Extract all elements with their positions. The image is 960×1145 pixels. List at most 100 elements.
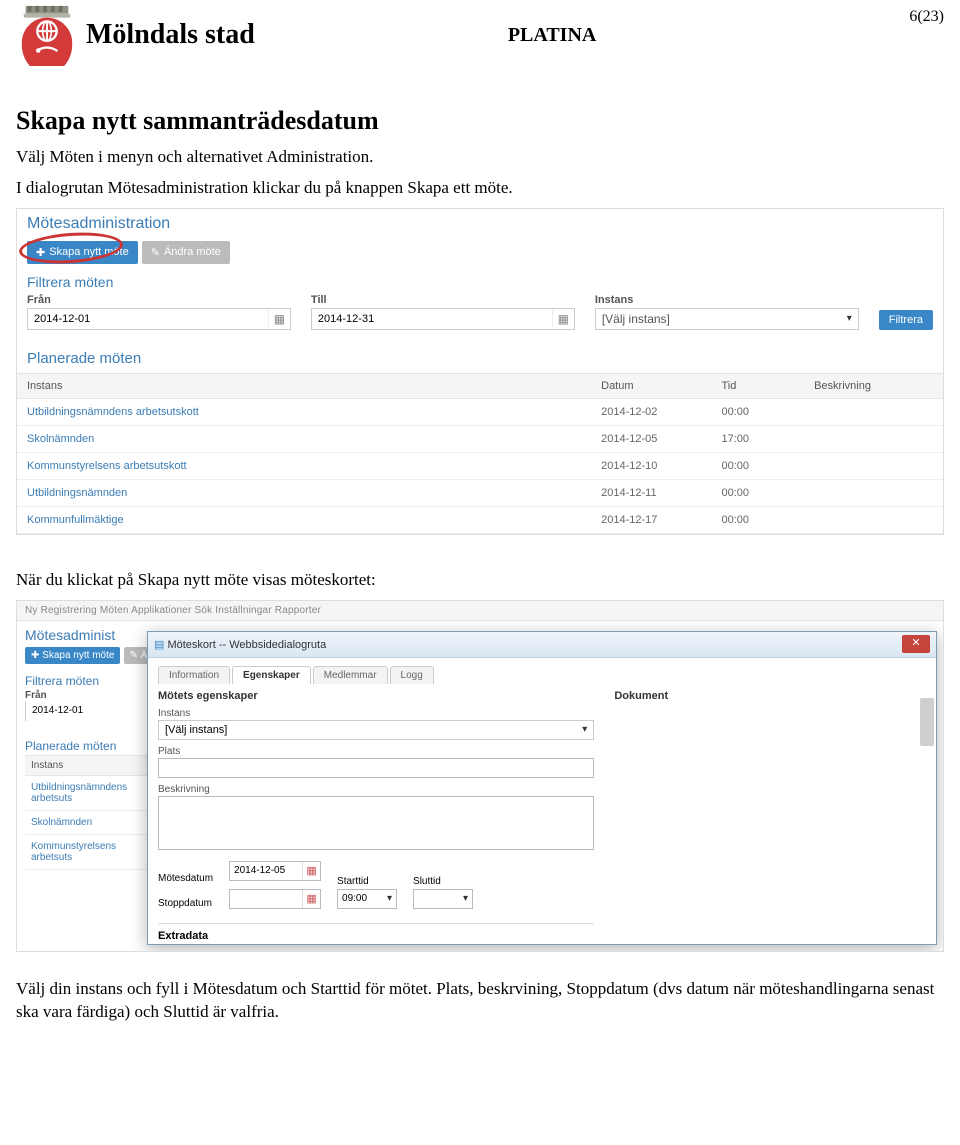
- button-row: ✚ Skapa nytt möte ✎ Ändra möte: [17, 237, 943, 274]
- city-logo-icon: [16, 4, 78, 66]
- place-input[interactable]: [158, 758, 594, 778]
- calendar-icon[interactable]: ▦: [302, 862, 320, 880]
- bg-create-button[interactable]: ✚ Skapa nytt möte: [25, 647, 120, 664]
- row-instance: Utbildningsnämndens arbetsutskott: [17, 398, 591, 425]
- chevron-down-icon: ▾: [582, 724, 587, 735]
- to-date-field[interactable]: [312, 309, 552, 329]
- lbl-end: Sluttid: [413, 876, 473, 887]
- bg-col-instance: Instans: [25, 755, 159, 776]
- tab-information[interactable]: Information: [158, 666, 230, 684]
- list-item[interactable]: Kommunstyrelsens arbetsuts: [25, 835, 159, 870]
- page-header: Mölndals stad PLATINA 6(23): [16, 0, 944, 86]
- row-date: 2014-12-05: [591, 425, 711, 452]
- row-date: 2014-12-17: [591, 506, 711, 533]
- desc-textarea[interactable]: [158, 796, 594, 850]
- intro-line-1: Välj Möten i menyn och alternativet Admi…: [16, 146, 944, 169]
- planned-meetings-heading: Planerade möten: [17, 340, 943, 373]
- row-date: 2014-12-10: [591, 452, 711, 479]
- calendar-icon[interactable]: ▦: [268, 309, 290, 329]
- row-date: 2014-12-11: [591, 479, 711, 506]
- screenshot-meeting-admin: Mötesadministration ✚ Skapa nytt möte ✎ …: [16, 208, 944, 535]
- extradata-heading: Extradata: [158, 923, 594, 942]
- dialog-titlebar: ▤ Möteskort -- Webbsidedialogruta ✕: [148, 632, 936, 658]
- section-heading: Skapa nytt sammanträdesdatum: [16, 106, 944, 136]
- meetdate-input[interactable]: ▦: [229, 861, 321, 881]
- bg-table-heading: Planerade möten: [25, 739, 159, 753]
- close-button[interactable]: ✕: [902, 635, 930, 653]
- screenshot-meeting-card: Ny Registrering Möten Applikationer Sök …: [16, 600, 944, 952]
- app-title: PLATINA: [195, 4, 910, 47]
- lbl-desc: Beskrivning: [158, 784, 594, 795]
- row-time: 17:00: [712, 425, 805, 452]
- filter-row: Från ▦ Till ▦ Instans [Välj instans] ▾: [17, 294, 943, 340]
- lbl-meetdate: Mötesdatum: [158, 873, 213, 884]
- col-instance: Instans: [17, 373, 591, 398]
- tab-medlemmar[interactable]: Medlemmar: [313, 666, 388, 684]
- app-top-menu: Ny Registrering Möten Applikationer Sök …: [17, 601, 943, 621]
- from-label: Från: [27, 294, 291, 306]
- lbl-place: Plats: [158, 746, 594, 757]
- create-meeting-label: Skapa nytt möte: [49, 246, 129, 258]
- meeting-admin-title: Mötesadministration: [17, 209, 943, 237]
- from-date-field[interactable]: [28, 309, 268, 329]
- table-row[interactable]: Skolnämnden2014-12-0517:00: [17, 425, 943, 452]
- lbl-start: Starttid: [337, 876, 397, 887]
- lbl-instance: Instans: [158, 708, 594, 719]
- tab-logg[interactable]: Logg: [390, 666, 434, 684]
- row-desc: [804, 479, 943, 506]
- instance-label: Instans: [595, 294, 859, 306]
- end-time-select[interactable]: ▾: [413, 889, 473, 909]
- chevron-down-icon: ▾: [847, 313, 852, 324]
- instance-select-dialog[interactable]: [Välj instans] ▾: [158, 720, 594, 740]
- calendar-icon[interactable]: ▦: [302, 890, 320, 908]
- calendar-icon[interactable]: ▦: [552, 309, 574, 329]
- table-row[interactable]: Kommunfullmäktige2014-12-1700:00: [17, 506, 943, 533]
- start-time-value: 09:00: [342, 893, 367, 904]
- row-desc: [804, 452, 943, 479]
- bg-from-label: Från: [25, 690, 159, 701]
- bg-filter-heading: Filtrera möten: [25, 674, 159, 688]
- to-label: Till: [311, 294, 575, 306]
- col-time: Tid: [712, 373, 805, 398]
- filter-button-label: Filtrera: [889, 314, 923, 326]
- col-desc: Beskrivning: [804, 373, 943, 398]
- row-instance: Kommunfullmäktige: [17, 506, 591, 533]
- tail-paragraph: Välj din instans och fyll i Mötesdatum o…: [16, 978, 944, 1024]
- ie-page-icon: ▤: [154, 639, 164, 651]
- plus-icon: ✚: [36, 246, 45, 259]
- edit-meeting-button[interactable]: ✎ Ändra möte: [142, 241, 230, 264]
- table-row[interactable]: Utbildningsnämnden2014-12-1100:00: [17, 479, 943, 506]
- list-item[interactable]: Skolnämnden: [25, 811, 159, 835]
- create-meeting-button[interactable]: ✚ Skapa nytt möte: [27, 241, 138, 264]
- filter-heading: Filtrera möten: [17, 274, 943, 294]
- intro-line-2: I dialogrutan Mötesadministration klicka…: [16, 177, 944, 200]
- bg-panel: Mötesadminist ✚ Skapa nytt möte ✎ Är Fil…: [17, 621, 167, 876]
- bg-title: Mötesadminist: [25, 627, 159, 643]
- lbl-stopdate: Stoppdatum: [158, 898, 213, 909]
- tab-egenskaper[interactable]: Egenskaper: [232, 666, 311, 684]
- meeting-card-dialog: ▤ Möteskort -- Webbsidedialogruta ✕ Info…: [147, 631, 937, 945]
- start-time-select[interactable]: 09:00 ▾: [337, 889, 397, 909]
- row-time: 00:00: [712, 479, 805, 506]
- row-instance: Utbildningsnämnden: [17, 479, 591, 506]
- bg-from-input[interactable]: ▦: [25, 701, 145, 721]
- stopdate-input[interactable]: ▦: [229, 889, 321, 909]
- col-date: Datum: [591, 373, 711, 398]
- table-row[interactable]: Kommunstyrelsens arbetsutskott2014-12-10…: [17, 452, 943, 479]
- instance-select-value: [Välj instans]: [602, 312, 670, 326]
- edit-meeting-label: Ändra möte: [164, 246, 221, 258]
- row-desc: [804, 425, 943, 452]
- list-item[interactable]: Utbildningsnämndens arbetsuts: [25, 776, 159, 811]
- row-time: 00:00: [712, 452, 805, 479]
- mid-paragraph: När du klickat på Skapa nytt möte visas …: [16, 569, 944, 592]
- to-date-input[interactable]: ▦: [311, 308, 575, 330]
- chevron-down-icon: ▾: [387, 893, 392, 904]
- panel-heading-props: Mötets egenskaper: [158, 690, 594, 702]
- scrollbar-handle[interactable]: [920, 698, 934, 746]
- instance-select[interactable]: [Välj instans] ▾: [595, 308, 859, 330]
- table-row[interactable]: Utbildningsnämndens arbetsutskott2014-12…: [17, 398, 943, 425]
- dialog-tabs: InformationEgenskaperMedlemmarLogg: [158, 666, 926, 684]
- row-desc: [804, 506, 943, 533]
- from-date-input[interactable]: ▦: [27, 308, 291, 330]
- filter-button[interactable]: Filtrera: [879, 310, 933, 330]
